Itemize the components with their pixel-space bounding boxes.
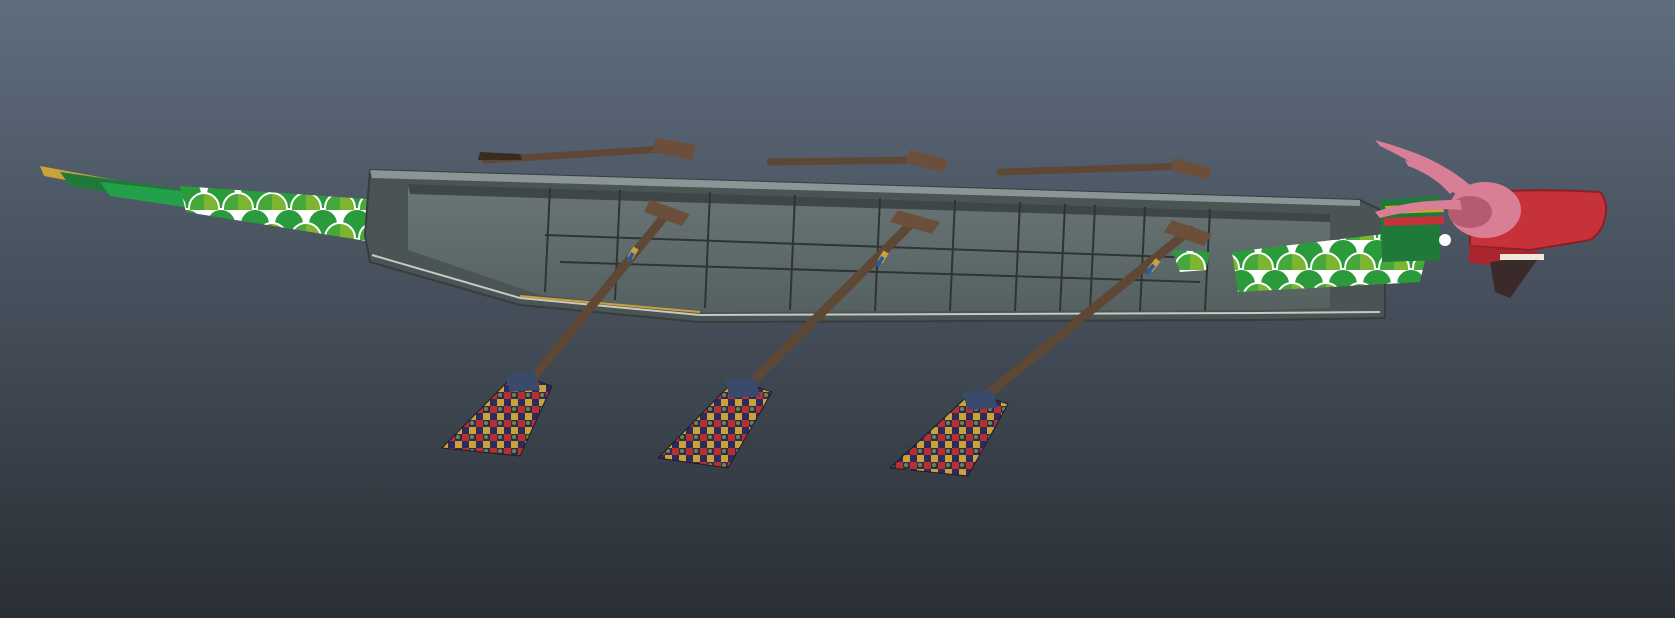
3d-viewport[interactable]: [0, 0, 1675, 618]
scene-canvas[interactable]: [0, 0, 1675, 618]
